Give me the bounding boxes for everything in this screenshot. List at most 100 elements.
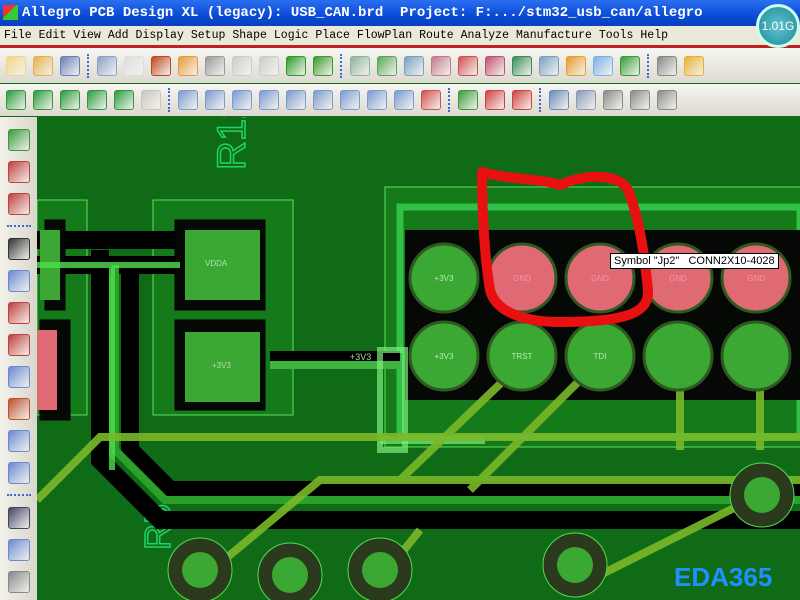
color-icon[interactable] bbox=[684, 55, 704, 76]
select-l-icon[interactable] bbox=[178, 90, 198, 110]
shape-icon[interactable] bbox=[286, 55, 306, 76]
move-icon[interactable] bbox=[97, 55, 117, 76]
dimension-icon[interactable] bbox=[512, 90, 532, 110]
add-connect-icon[interactable] bbox=[7, 238, 30, 260]
grid-icon[interactable] bbox=[657, 55, 677, 76]
zoom-points-icon[interactable] bbox=[404, 55, 424, 76]
pin-icon[interactable] bbox=[313, 55, 333, 76]
zoom-in-icon[interactable] bbox=[458, 55, 478, 76]
zoom-fit-icon[interactable] bbox=[431, 55, 451, 76]
pad-label: GND bbox=[747, 274, 765, 283]
menu-analyze[interactable]: Analyze bbox=[461, 26, 509, 45]
save-icon[interactable] bbox=[60, 55, 80, 76]
custom-smooth-icon[interactable] bbox=[7, 334, 30, 356]
select-poly-icon[interactable] bbox=[286, 90, 306, 110]
menu-flowplan[interactable]: FlowPlan bbox=[357, 26, 412, 45]
line-icon[interactable] bbox=[7, 507, 30, 529]
pad-label: +3V3 bbox=[212, 361, 231, 370]
tool-icon[interactable] bbox=[603, 90, 623, 110]
select-circle-icon[interactable] bbox=[232, 90, 252, 110]
pad-label: TRST bbox=[512, 352, 533, 361]
board-6-icon[interactable] bbox=[141, 90, 161, 110]
camera-icon[interactable] bbox=[630, 90, 650, 110]
component-u1-icon[interactable] bbox=[7, 161, 30, 183]
board-5-icon[interactable] bbox=[114, 90, 134, 110]
memory-indicator: 1.01G bbox=[756, 4, 800, 48]
board-4-icon[interactable] bbox=[87, 90, 107, 110]
refdes-icon[interactable] bbox=[657, 90, 677, 110]
menu-view[interactable]: View bbox=[73, 26, 101, 45]
swap-icon[interactable] bbox=[7, 193, 30, 215]
rats-icon[interactable] bbox=[377, 55, 397, 76]
connector-pad[interactable] bbox=[720, 320, 792, 392]
menu-tools[interactable]: Tools bbox=[599, 26, 634, 45]
pad-label: +3V3 bbox=[435, 352, 454, 361]
board-3-icon[interactable] bbox=[60, 90, 80, 110]
pad-label: GND bbox=[591, 274, 609, 283]
menu-logic[interactable]: Logic bbox=[274, 26, 309, 45]
auto-route-icon[interactable] bbox=[7, 430, 30, 452]
menu-manufacture[interactable]: Manufacture bbox=[516, 26, 592, 45]
select-box-icon[interactable] bbox=[340, 90, 360, 110]
board-1-icon[interactable] bbox=[6, 90, 26, 110]
zoom-world-icon[interactable] bbox=[539, 55, 559, 76]
app-logo-icon bbox=[3, 5, 18, 20]
window-title: Allegro PCB Design XL (legacy): USB_CAN.… bbox=[22, 5, 703, 21]
delete-icon[interactable] bbox=[151, 55, 171, 76]
pcb-canvas[interactable]: R12 R5 VDDA +3V3 +3V3 +3V3 GND GND GND GND+3… bbox=[37, 117, 800, 600]
3d-icon[interactable] bbox=[593, 55, 613, 76]
pad-label: TDI bbox=[594, 352, 607, 361]
down-icon[interactable] bbox=[205, 55, 225, 76]
pad-label: VDDA bbox=[205, 259, 228, 268]
undo-icon[interactable] bbox=[178, 55, 198, 76]
connector-pad[interactable] bbox=[642, 320, 714, 392]
slide-icon[interactable] bbox=[7, 270, 30, 292]
menu-route[interactable]: Route bbox=[419, 26, 454, 45]
spread-icon[interactable] bbox=[7, 366, 30, 388]
menu-shape[interactable]: Shape bbox=[232, 26, 267, 45]
pad-label: GND bbox=[669, 274, 687, 283]
board-2-icon[interactable] bbox=[33, 90, 53, 110]
select-ring-icon[interactable] bbox=[367, 90, 387, 110]
fanout-icon[interactable] bbox=[7, 398, 30, 420]
zoom-prev-icon[interactable] bbox=[512, 55, 532, 76]
toolbar-separator bbox=[448, 88, 451, 112]
unrats-icon[interactable] bbox=[350, 55, 370, 76]
film-icon[interactable] bbox=[576, 90, 596, 110]
refdes-r12: R12 bbox=[210, 117, 254, 170]
copy-icon[interactable] bbox=[124, 55, 144, 76]
add-text-icon[interactable] bbox=[7, 571, 30, 593]
component-icon[interactable] bbox=[458, 90, 478, 110]
menu-setup[interactable]: Setup bbox=[191, 26, 226, 45]
net-label: +3V3 bbox=[350, 352, 371, 362]
menu-place[interactable]: Place bbox=[315, 26, 350, 45]
flip-icon[interactable] bbox=[620, 55, 640, 76]
toolbar-select bbox=[0, 84, 800, 116]
zoom-out-icon[interactable] bbox=[485, 55, 505, 76]
tune-icon[interactable] bbox=[7, 462, 30, 484]
open-icon[interactable] bbox=[33, 55, 53, 76]
pointer-icon[interactable] bbox=[259, 90, 279, 110]
menu-display[interactable]: Display bbox=[136, 26, 184, 45]
measure-icon[interactable] bbox=[485, 90, 505, 110]
menu-add[interactable]: Add bbox=[108, 26, 129, 45]
rectangle-icon[interactable] bbox=[7, 539, 30, 561]
select-rect-icon[interactable] bbox=[205, 90, 225, 110]
title-bar: Allegro PCB Design XL (legacy): USB_CAN.… bbox=[0, 0, 800, 26]
odb-icon[interactable] bbox=[549, 90, 569, 110]
place-manual-icon[interactable] bbox=[7, 129, 30, 151]
menu-help[interactable]: Help bbox=[640, 26, 668, 45]
menu-edit[interactable]: Edit bbox=[39, 26, 67, 45]
down2-icon[interactable] bbox=[259, 55, 279, 76]
select-arc-icon[interactable] bbox=[313, 90, 333, 110]
new-icon[interactable] bbox=[6, 55, 26, 76]
select-tri-icon[interactable] bbox=[394, 90, 414, 110]
clear-select-icon[interactable] bbox=[421, 90, 441, 110]
redraw-icon[interactable] bbox=[566, 55, 586, 76]
delay-tune-icon[interactable] bbox=[7, 302, 30, 324]
redo-icon[interactable] bbox=[232, 55, 252, 76]
toolbar-main bbox=[0, 48, 800, 83]
watermark: EDA365 bbox=[674, 562, 773, 592]
toolbar-separator bbox=[6, 494, 31, 497]
menu-file[interactable]: File bbox=[4, 26, 32, 45]
